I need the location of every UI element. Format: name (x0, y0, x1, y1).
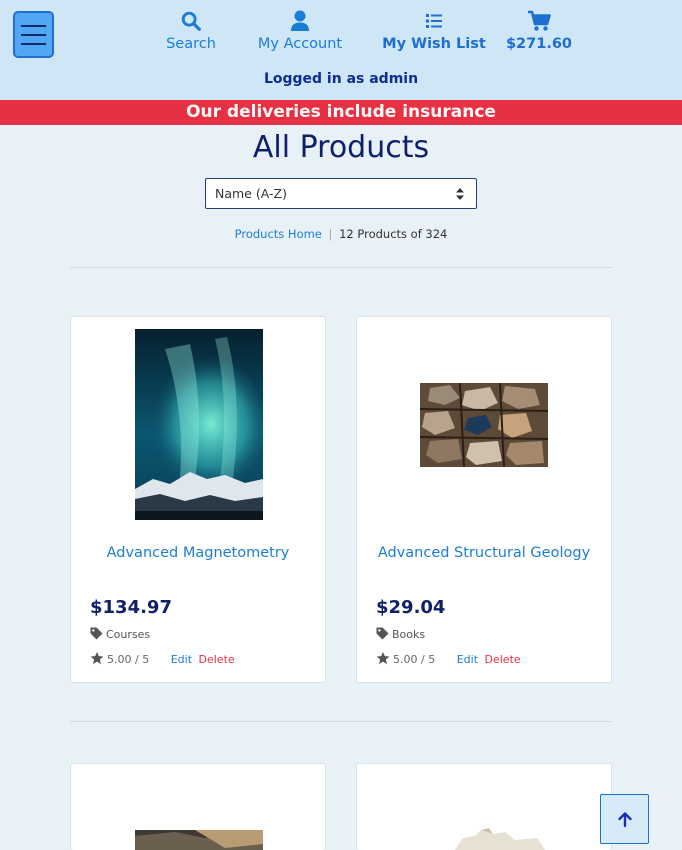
product-rating: 5.00 / 5 Edit Delete (90, 651, 235, 666)
sort-select[interactable]: Name (A-Z) (205, 178, 477, 209)
product-name[interactable]: Advanced Magnetometry (71, 545, 325, 561)
cracked-rock-photo (420, 383, 548, 467)
delete-link[interactable]: Delete (485, 653, 521, 666)
product-card (356, 763, 612, 850)
delete-link[interactable]: Delete (199, 653, 235, 666)
product-card: Advanced Magnetometry $134.97 Courses 5.… (70, 316, 326, 683)
product-image[interactable] (420, 383, 548, 467)
menu-toggle-button[interactable] (13, 11, 54, 58)
product-price: $134.97 (90, 597, 172, 618)
divider (70, 267, 612, 268)
logged-in-status: Logged in as admin (263, 71, 419, 87)
aurora-photo (135, 329, 263, 520)
breadcrumb: Products Home | 12 Products of 324 (0, 227, 682, 241)
rock-landscape-photo (135, 830, 263, 850)
star-icon (376, 651, 390, 665)
product-image[interactable] (445, 828, 555, 850)
tag-icon (90, 627, 103, 640)
list-icon (426, 14, 442, 28)
category-label: Books (392, 628, 426, 641)
page-title: All Products (252, 130, 430, 165)
cart-icon (528, 10, 551, 31)
star-icon (90, 651, 104, 665)
nav-wishlist-label: My Wish List (382, 36, 486, 52)
product-image[interactable] (135, 329, 263, 520)
cart-total: $271.60 (505, 36, 573, 52)
promo-banner: Our deliveries include insurance (0, 100, 682, 125)
nav-cart[interactable]: $271.60 (504, 10, 574, 52)
product-price: $29.04 (376, 597, 446, 618)
tag-icon (376, 627, 389, 640)
menu-icon-bar (21, 43, 46, 45)
nav-wish-list[interactable]: My Wish List (382, 10, 486, 52)
products-home-link[interactable]: Products Home (235, 227, 322, 241)
rating-value: 5.00 / 5 (393, 653, 436, 666)
category-label: Courses (106, 628, 151, 641)
product-category: Books (376, 627, 425, 641)
mineral-photo (445, 828, 555, 850)
rating-value: 5.00 / 5 (107, 653, 150, 666)
nav-my-account[interactable]: My Account (254, 10, 346, 52)
product-rating: 5.00 / 5 Edit Delete (376, 651, 521, 666)
product-count: 12 Products of 324 (339, 227, 448, 241)
divider (70, 721, 612, 722)
sort-selected-value: Name (A-Z) (215, 186, 287, 201)
edit-link[interactable]: Edit (171, 653, 192, 666)
back-to-top-button[interactable] (600, 794, 649, 844)
nav-search[interactable]: Search (161, 10, 221, 52)
menu-icon-bar (21, 34, 46, 36)
product-image[interactable] (135, 830, 263, 850)
user-icon (291, 10, 309, 31)
arrow-up-icon (618, 812, 632, 828)
product-card: Advanced Structural Geology $29.04 Books… (356, 316, 612, 683)
select-arrows-icon (456, 188, 464, 200)
search-icon (181, 11, 201, 31)
product-card (70, 763, 326, 850)
nav-account-label: My Account (257, 36, 343, 52)
product-name[interactable]: Advanced Structural Geology (357, 545, 611, 561)
menu-icon-bar (21, 25, 46, 27)
edit-link[interactable]: Edit (457, 653, 478, 666)
breadcrumb-separator: | (328, 227, 333, 241)
nav-search-label: Search (166, 36, 216, 52)
product-category: Courses (90, 627, 150, 641)
top-navigation-bar: Search My Account My Wish List $271.60 L… (0, 0, 682, 100)
